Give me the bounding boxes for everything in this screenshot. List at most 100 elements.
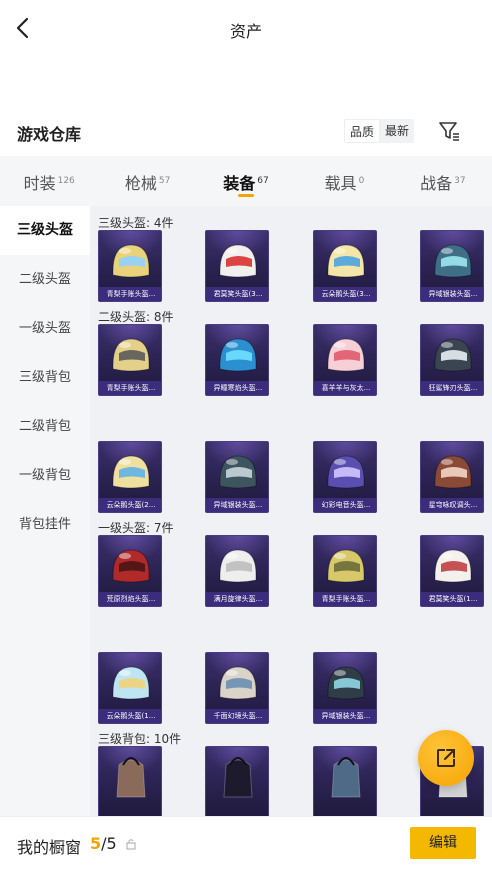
backpack-image-icon — [331, 757, 361, 798]
helmet-image-icon — [327, 244, 365, 278]
item-card[interactable]: 异瞳寒焰头盔... — [205, 324, 269, 396]
section-label: 三级头盔: 4件 — [98, 216, 174, 230]
sidebar-item-level3-backpack[interactable]: 三级背包 — [0, 353, 90, 402]
lock-icon — [126, 839, 136, 850]
tab-label: 时装 — [23, 174, 56, 193]
item-name: 异域银装头盔... — [206, 498, 268, 512]
helmet-image-icon — [112, 455, 150, 489]
item-card[interactable]: 云朵鹅头盔(3... — [313, 230, 377, 302]
warehouse-title: 游戏仓库 — [17, 125, 82, 144]
item-name: 千面幻境头盔... — [206, 709, 268, 723]
item-card[interactable]: 君莫笑头盔(3... — [205, 230, 269, 302]
assets-page: 资产 游戏仓库 品质 最新 时装 126 枪械 57 装备 67 载具 0 战备 37 三… — [0, 0, 492, 871]
helmet-image-icon — [327, 549, 365, 583]
section-label: 三级背包: 10件 — [98, 732, 182, 746]
item-name: 狂鲨锋刃头盔... — [421, 381, 483, 395]
helmet-image-icon — [434, 338, 472, 372]
item-card[interactable]: 星穹咏叹调头... — [420, 441, 484, 513]
item-name: 异瞳寒焰头盔... — [206, 381, 268, 395]
item-card[interactable]: 青梨手账头盔... — [98, 324, 162, 396]
section-label: 一级头盔: 7件 — [98, 521, 174, 535]
filter-button[interactable] — [436, 118, 462, 144]
showcase-total: /5 — [101, 834, 117, 853]
helmet-image-icon — [112, 549, 150, 583]
tab-count: 0 — [358, 176, 365, 186]
sidebar-item-level2-helmet[interactable]: 二级头盔 — [0, 255, 90, 304]
item-card[interactable]: 满月旋律头盔... — [205, 535, 269, 607]
item-name: 青梨手账头盔... — [314, 592, 376, 606]
item-card[interactable]: 云朵鹅头盔(2... — [98, 441, 162, 513]
subcategory-sidebar: 三级头盔 二级头盔 一级头盔 三级背包 二级背包 一级背包 背包挂件 — [0, 206, 90, 816]
item-name: 异域银装头盔... — [314, 709, 376, 723]
tab-label: 枪械 — [124, 174, 157, 193]
tab-vehicles[interactable]: 载具 0 — [295, 156, 393, 206]
item-name: 荒原烈焰头盔... — [99, 592, 161, 606]
item-card[interactable] — [313, 746, 377, 816]
item-card[interactable]: 喜羊羊与灰太... — [313, 324, 377, 396]
item-card[interactable]: 青梨手账头盔... — [313, 535, 377, 607]
item-name: 星穹咏叹调头... — [421, 498, 483, 512]
helmet-image-icon — [112, 338, 150, 372]
share-button[interactable] — [418, 730, 474, 786]
tab-count: 57 — [158, 176, 171, 186]
helmet-image-icon — [219, 244, 257, 278]
helmet-image-icon — [434, 549, 472, 583]
tab-combat-gear[interactable]: 战备 37 — [394, 156, 492, 206]
sidebar-item-level1-backpack[interactable]: 一级背包 — [0, 451, 90, 500]
showcase-count: 5/5 — [90, 834, 117, 853]
item-name: 幻彩电音头盔... — [314, 498, 376, 512]
item-name: 青梨手账头盔... — [99, 287, 161, 301]
active-tab-indicator — [238, 194, 255, 197]
sidebar-item-level2-backpack[interactable]: 二级背包 — [0, 402, 90, 451]
showcase-label: 我的橱窗 — [17, 838, 82, 857]
tab-count: 67 — [257, 176, 269, 186]
showcase-bar: 我的橱窗 5/5 编辑 — [0, 816, 492, 871]
helmet-image-icon — [219, 455, 257, 489]
helmet-image-icon — [219, 666, 257, 700]
item-card[interactable]: 异域银装头盔... — [420, 230, 484, 302]
helmet-image-icon — [327, 338, 365, 372]
item-grid: 三级头盔: 4件 青梨手账头盔... 君莫笑头盔(3... 云朵鹅头盔(3... 异域银… — [90, 206, 492, 816]
item-card[interactable]: 异域银装头盔... — [313, 652, 377, 724]
item-card[interactable] — [205, 746, 269, 816]
item-card[interactable]: 荒原烈焰头盔... — [98, 535, 162, 607]
item-name: 喜羊羊与灰太... — [314, 381, 376, 395]
item-card[interactable] — [98, 746, 162, 816]
category-tabs: 时装 126 枪械 57 装备 67 载具 0 战备 37 — [0, 156, 492, 206]
sidebar-item-backpack-charm[interactable]: 背包挂件 — [0, 500, 90, 549]
warehouse-header: 游戏仓库 品质 最新 — [0, 112, 492, 152]
helmet-image-icon — [112, 244, 150, 278]
item-name: 满月旋律头盔... — [206, 592, 268, 606]
tab-guns[interactable]: 枪械 57 — [98, 156, 196, 206]
sidebar-item-level3-helmet[interactable]: 三级头盔 — [0, 206, 90, 255]
sidebar-item-level1-helmet[interactable]: 一级头盔 — [0, 304, 90, 353]
item-name: 异域银装头盔... — [421, 287, 483, 301]
tab-fashion[interactable]: 时装 126 — [0, 156, 98, 206]
item-card[interactable]: 云朵鹅头盔(1... — [98, 652, 162, 724]
tab-count: 126 — [57, 176, 75, 186]
item-name: 云朵鹅头盔(3... — [314, 287, 376, 301]
tab-count: 37 — [454, 176, 466, 186]
item-name: 君莫笑头盔(3... — [206, 287, 268, 301]
item-card[interactable]: 千面幻境头盔... — [205, 652, 269, 724]
page-title: 资产 — [229, 22, 262, 41]
edit-button[interactable]: 编辑 — [410, 827, 476, 859]
top-bar: 资产 — [0, 0, 492, 58]
item-card[interactable]: 君莫笑头盔(1... — [420, 535, 484, 607]
item-card[interactable]: 青梨手账头盔... — [98, 230, 162, 302]
tab-label: 载具 — [324, 174, 357, 193]
backpack-image-icon — [223, 757, 253, 798]
sort-quality-button[interactable]: 品质 — [344, 119, 381, 143]
sort-toggle: 品质 最新 — [344, 119, 415, 143]
helmet-image-icon — [112, 666, 150, 700]
item-card[interactable]: 幻彩电音头盔... — [313, 441, 377, 513]
sort-newest-button[interactable]: 最新 — [380, 119, 415, 143]
tab-label: 装备 — [223, 174, 256, 193]
item-name: 青梨手账头盔... — [99, 381, 161, 395]
helmet-image-icon — [219, 338, 257, 372]
helmet-image-icon — [434, 455, 472, 489]
item-card[interactable]: 狂鲨锋刃头盔... — [420, 324, 484, 396]
backpack-image-icon — [116, 757, 146, 798]
tab-equipment[interactable]: 装备 67 — [197, 156, 295, 206]
item-card[interactable]: 异域银装头盔... — [205, 441, 269, 513]
